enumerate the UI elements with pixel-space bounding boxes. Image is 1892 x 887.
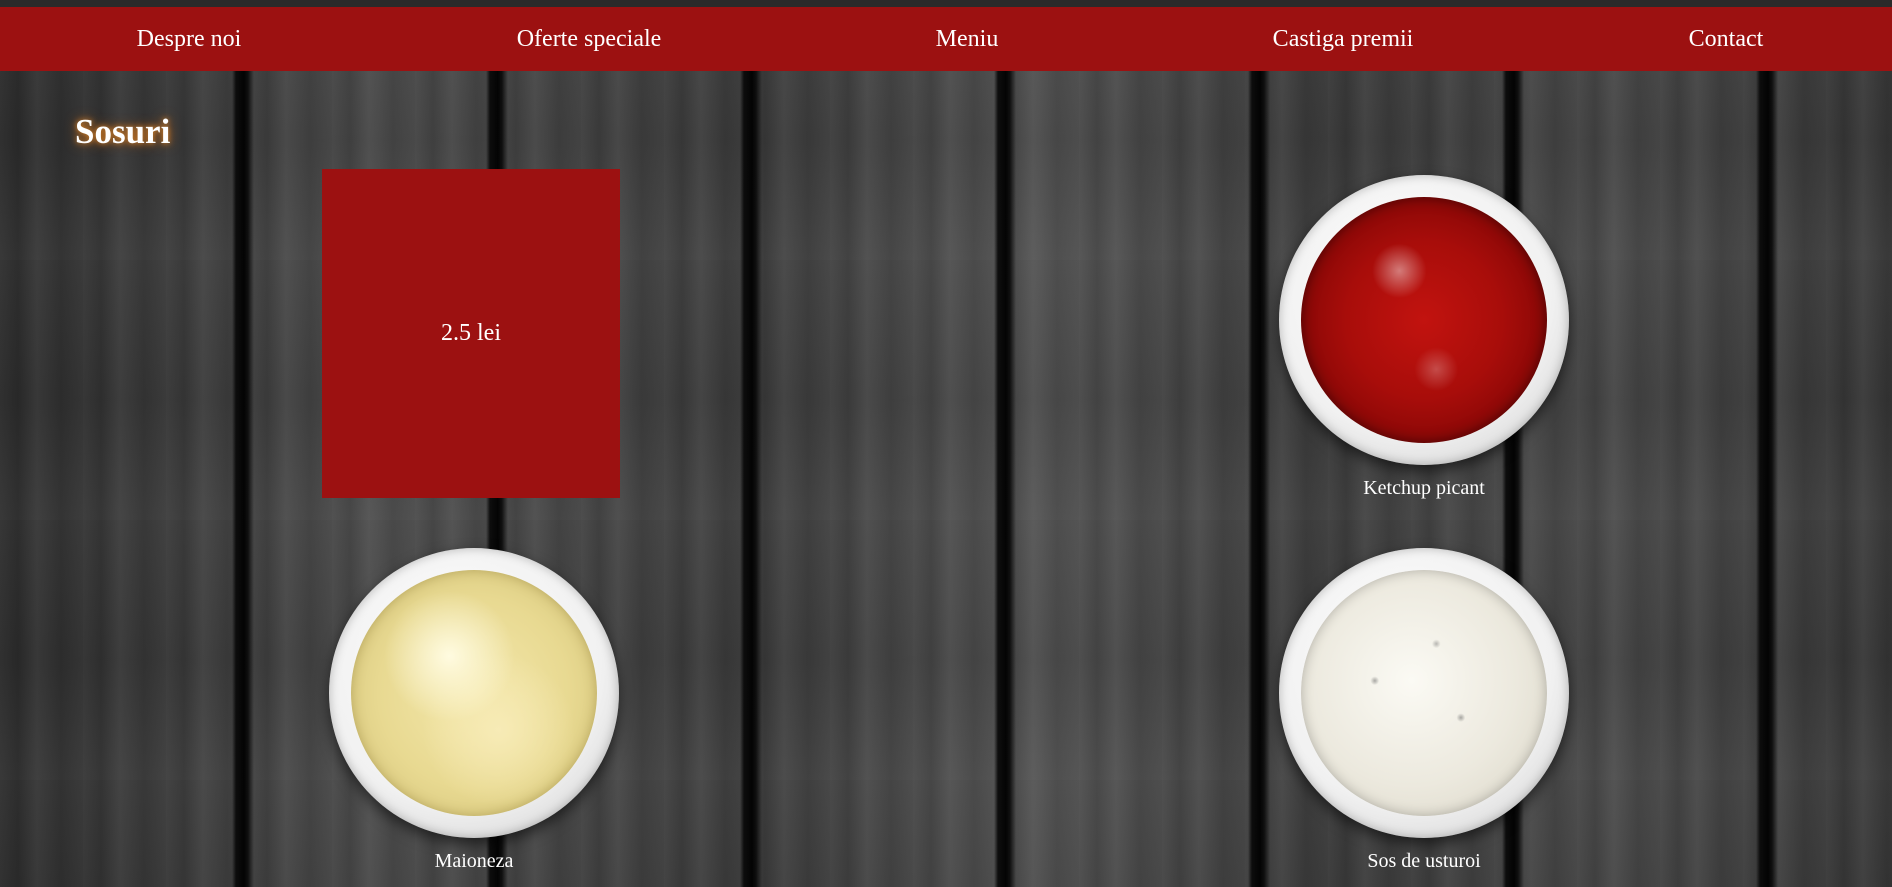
product-card-ketchup[interactable]: Ketchup picant <box>1274 175 1574 500</box>
nav-meniu[interactable]: Meniu <box>936 7 999 71</box>
top-banner-strip <box>0 0 1892 7</box>
nav-oferte-speciale[interactable]: Oferte speciale <box>517 7 662 71</box>
section-title: Sosuri <box>75 112 171 151</box>
garlic-sauce-bowl-image <box>1279 548 1569 838</box>
nav-contact[interactable]: Contact <box>1689 7 1764 71</box>
mayonnaise-bowl-image <box>329 548 619 838</box>
price-box[interactable]: 2.5 lei <box>322 169 620 498</box>
product-name: Maioneza <box>434 850 514 872</box>
product-name: Ketchup picant <box>1363 477 1485 499</box>
price-label: 2.5 lei <box>441 320 501 346</box>
product-card-maioneza[interactable]: Maioneza <box>324 548 624 873</box>
nav-castiga-premii[interactable]: Castiga premii <box>1273 7 1414 71</box>
product-card-sos-de-usturoi[interactable]: Sos de usturoi <box>1274 548 1574 873</box>
nav-despre-noi[interactable]: Despre noi <box>137 7 242 71</box>
ketchup-bowl-image <box>1279 175 1569 465</box>
product-name: Sos de usturoi <box>1367 850 1481 872</box>
main-navigation: Despre noi Oferte speciale Meniu Castiga… <box>0 7 1892 71</box>
